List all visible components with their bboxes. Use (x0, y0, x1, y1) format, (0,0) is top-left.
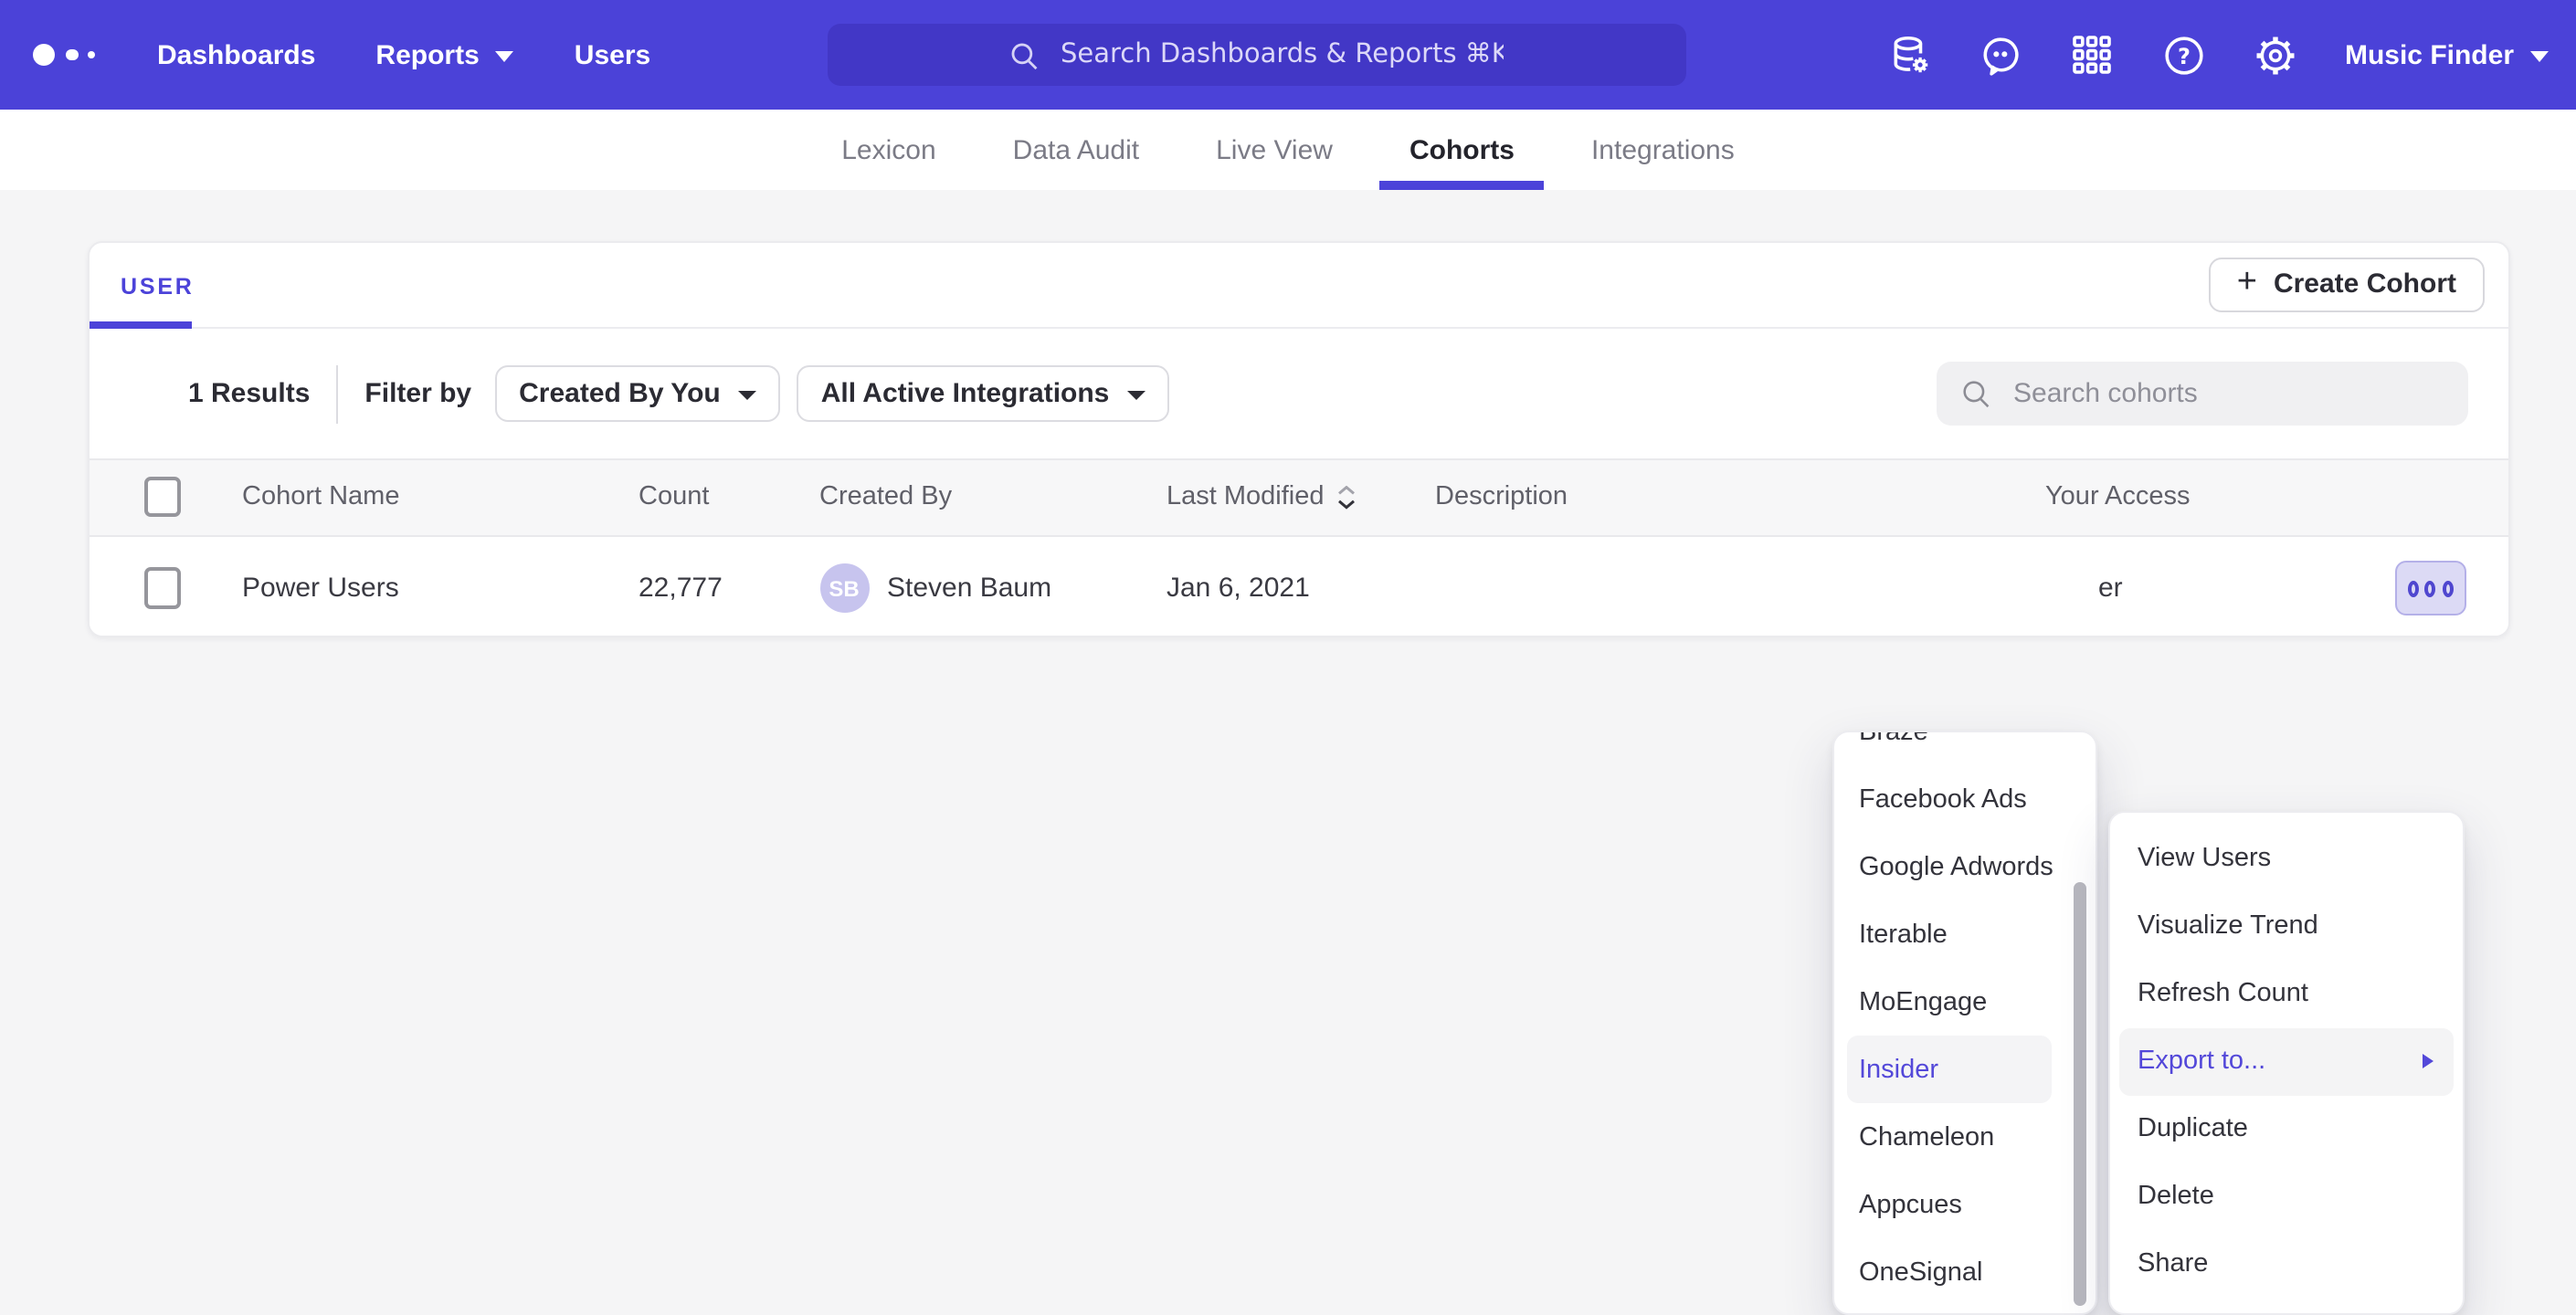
menu-item-delete[interactable]: Delete (2110, 1162, 2463, 1230)
filter-integrations-dropdown[interactable]: All Active Integrations (797, 365, 1170, 422)
global-search[interactable] (828, 24, 1686, 86)
data-governance-icon[interactable] (1888, 33, 1932, 77)
caret-down-icon (496, 51, 514, 62)
active-tab-underline (1380, 181, 1544, 190)
submenu-item-insider[interactable]: Insider (1846, 1036, 2052, 1103)
cohort-type-header: USER + Create Cohort (89, 242, 2507, 329)
filter-created-by-dropdown[interactable]: Created By You (495, 365, 781, 422)
row-checkbox[interactable] (143, 568, 180, 610)
search-icon (1008, 39, 1039, 70)
table-header: Cohort Name Count Created By Last Modifi… (89, 458, 2507, 536)
brand-logo-icon[interactable] (33, 44, 95, 66)
settings-icon[interactable] (2254, 33, 2297, 77)
cohort-count: 22,777 (639, 573, 723, 605)
column-count: Count (639, 483, 709, 512)
caret-down-icon (2530, 51, 2549, 62)
top-nav: Dashboards Reports Users (0, 0, 2576, 110)
nav-item-users[interactable]: Users (575, 39, 650, 70)
row-actions-ellipsis-button[interactable] (2394, 561, 2465, 615)
user-tab-underline (89, 321, 192, 329)
feedback-icon[interactable] (1980, 33, 2023, 77)
select-all-checkbox[interactable] (143, 478, 180, 518)
search-icon (1960, 378, 1991, 409)
create-cohort-button[interactable]: + Create Cohort (2210, 257, 2484, 311)
tab-live-view[interactable]: Live View (1212, 110, 1336, 190)
nav-right: ? Music Finder (1888, 0, 2549, 110)
help-icon[interactable]: ? (2162, 33, 2206, 77)
sort-icon (1337, 486, 1356, 510)
cohort-search-input[interactable] (2010, 376, 2437, 411)
column-last-modified[interactable]: Last Modified (1167, 483, 1356, 512)
your-access-value-fragment: er (2098, 573, 2123, 605)
tab-integrations[interactable]: Integrations (1588, 110, 1738, 190)
submenu-item-onesignal[interactable]: OneSignal (1833, 1238, 2096, 1306)
apps-grid-icon[interactable] (2071, 33, 2115, 77)
submenu-item-facebook-ads[interactable]: Facebook Ads (1833, 765, 2096, 833)
filter-bar: 1 Results Filter by Created By You All A… (89, 329, 2507, 458)
nav-item-reports[interactable]: Reports (375, 39, 513, 70)
last-modified-date: Jan 6, 2021 (1167, 573, 1310, 605)
nav-item-dashboards[interactable]: Dashboards (157, 39, 315, 70)
svg-text:?: ? (2178, 43, 2191, 68)
table-row: Power Users 22,777 SB Steven Baum Jan 6,… (89, 536, 2507, 637)
cohort-search[interactable] (1937, 362, 2468, 426)
filter-by-label: Filter by (364, 378, 471, 409)
tab-lexicon[interactable]: Lexicon (838, 110, 939, 190)
submenu-item-braze[interactable]: Braze (1833, 731, 2096, 765)
cohort-name-link[interactable]: Power Users (242, 573, 399, 605)
menu-item-duplicate[interactable]: Duplicate (2110, 1095, 2463, 1162)
project-name: Music Finder (2345, 39, 2514, 70)
app-viewport: Dashboards Reports Users (0, 0, 2576, 1158)
menu-item-refresh-count[interactable]: Refresh Count (2110, 960, 2463, 1027)
submenu-scrollbar-thumb[interactable] (2074, 882, 2086, 1306)
primary-nav: Dashboards Reports Users (157, 39, 650, 70)
chevron-down-icon (1127, 390, 1145, 399)
cohorts-card: USER + Create Cohort 1 Results Filter by… (87, 240, 2509, 637)
submenu-arrow-icon (2423, 1054, 2433, 1068)
results-count: 1 Results (188, 378, 310, 409)
menu-item-visualize-trend[interactable]: Visualize Trend (2110, 892, 2463, 960)
project-switcher[interactable]: Music Finder (2345, 39, 2549, 70)
global-search-input[interactable] (1057, 38, 1506, 71)
menu-item-export-to[interactable]: Export to... (2119, 1027, 2454, 1095)
created-by-name: Steven Baum (887, 573, 1051, 605)
submenu-item-appcues[interactable]: Appcues (1833, 1171, 2096, 1238)
plus-icon: + (2237, 265, 2257, 300)
chevron-down-icon (739, 390, 757, 399)
column-cohort-name: Cohort Name (242, 483, 399, 512)
column-created-by: Created By (819, 483, 952, 512)
ellipsis-icon (2407, 580, 2418, 596)
tab-cohorts[interactable]: Cohorts (1406, 110, 1518, 190)
column-description: Description (1435, 483, 1568, 512)
export-destinations-list: Braze Facebook Ads Google Adwords Iterab… (1833, 731, 2096, 1306)
export-destinations-submenu: Braze Facebook Ads Google Adwords Iterab… (1832, 731, 2097, 1315)
submenu-item-chameleon[interactable]: Chameleon (1833, 1103, 2096, 1171)
cohort-type-tab-user[interactable]: USER (121, 273, 195, 299)
menu-item-share[interactable]: Share (2110, 1230, 2463, 1298)
menu-item-view-users[interactable]: View Users (2110, 825, 2463, 892)
column-your-access: Your Access (2045, 483, 2191, 512)
section-tabs: Lexicon Data Audit Live View Cohorts Int… (0, 110, 2576, 190)
tab-data-audit[interactable]: Data Audit (1009, 110, 1143, 190)
cohorts-page: USER + Create Cohort 1 Results Filter by… (0, 190, 2576, 1158)
submenu-item-iterable[interactable]: Iterable (1833, 900, 2096, 968)
submenu-item-moengage[interactable]: MoEngage (1833, 968, 2096, 1036)
avatar: SB (819, 564, 869, 614)
row-context-menu: View Users Visualize Trend Refresh Count… (2108, 810, 2465, 1314)
submenu-item-google-adwords[interactable]: Google Adwords (1833, 833, 2096, 900)
divider (335, 364, 337, 423)
